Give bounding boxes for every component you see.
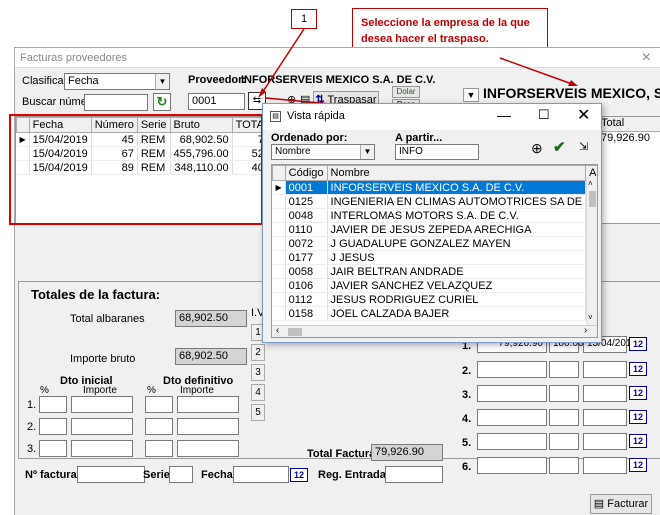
cell[interactable]: JOEL CALZADA BAJER <box>327 306 587 321</box>
cell[interactable]: INTERLOMAS MOTORS S.A. DE C.V. <box>327 208 587 223</box>
apartir-label: A partir... <box>395 132 443 144</box>
row-selector <box>272 278 286 293</box>
cell[interactable]: JESUS RODRIGUEZ CURIEL <box>327 292 587 307</box>
cell[interactable]: 0177 <box>285 250 328 265</box>
cell[interactable]: J GUADALUPE GONZALEZ MAYEN <box>327 236 587 251</box>
ordenado-value: Nombre <box>275 146 311 157</box>
table-row[interactable]: 0048 INTERLOMAS MOTORS S.A. DE C.V. <box>272 208 597 223</box>
dialog-title: Vista rápida <box>287 110 345 122</box>
arrow-head <box>568 80 578 86</box>
cell[interactable]: 0125 <box>285 194 328 209</box>
vertical-scrollbar[interactable]: ˄ ˅ <box>586 179 597 325</box>
chevron-up-icon[interactable]: ˄ <box>588 179 593 188</box>
row-selector <box>272 250 286 265</box>
cell[interactable]: 0048 <box>285 208 328 223</box>
cell[interactable]: INGENIERIA EN CLIMAS AUTOMOTRICES SA DE <box>327 194 587 209</box>
cell[interactable]: 0158 <box>285 306 328 321</box>
table-row[interactable]: 0106 JAVIER SANCHEZ VELAZQUEZ <box>272 278 597 293</box>
row-selector <box>272 264 286 279</box>
apartir-input[interactable]: INFO <box>395 144 479 160</box>
row-selector <box>272 222 286 237</box>
table-row[interactable]: 0110 JAVIER DE JESUS ZEPEDA ARECHIGA <box>272 222 597 237</box>
checkmark-icon[interactable]: ✔ <box>553 138 566 156</box>
table-row[interactable]: 0058 JAIR BELTRAN ANDRADE <box>272 264 597 279</box>
arrow-line <box>499 57 573 85</box>
row-pointer-icon: ▶ <box>272 180 286 195</box>
table-row[interactable]: 0072J GUADALUPE GONZALEZ MAYENRECTIFICAD… <box>272 236 597 251</box>
minimize-icon[interactable]: — <box>497 107 511 123</box>
zoom-icon[interactable]: ⊕ <box>531 140 543 157</box>
ordenado-label: Ordenado por: <box>271 132 348 144</box>
cell[interactable]: 0112 <box>285 292 328 307</box>
row-selector <box>272 208 286 223</box>
table-row[interactable]: ▶ 0001 INFORSERVEIS MEXICO S.A. DE C.V. … <box>272 180 597 195</box>
horizontal-scrollbar[interactable]: ‹ › <box>272 325 597 337</box>
ordenado-select[interactable]: Nombre ▼ <box>271 144 375 160</box>
vista-rapida-dialog: ▤ Vista rápida — ☐ ✕ Ordenado por: Nombr… <box>262 103 602 343</box>
dialog-titlebar: ▤ Vista rápida — ☐ ✕ <box>263 104 601 130</box>
row-selector-header <box>272 165 286 181</box>
providers-grid[interactable]: Código Nombre Apellidos ▶ 0001 INFORSERV… <box>271 164 598 338</box>
close-icon[interactable]: ✕ <box>577 105 590 125</box>
window-icon: ▤ <box>270 111 281 122</box>
row-selector <box>272 306 286 321</box>
exit-icon[interactable]: ⇲ <box>579 140 588 153</box>
maximize-icon[interactable]: ☐ <box>538 107 550 123</box>
row-selector <box>272 236 286 251</box>
cell[interactable]: 0106 <box>285 278 328 293</box>
cell[interactable]: 0001 <box>285 180 328 195</box>
chevron-left-icon[interactable]: ‹ <box>276 325 279 336</box>
cell[interactable]: JAVIER DE JESUS ZEPEDA ARECHIGA <box>327 222 587 237</box>
cell[interactable]: JAVIER SANCHEZ VELAZQUEZ <box>327 278 587 293</box>
table-row[interactable]: 0125 INGENIERIA EN CLIMAS AUTOMOTRICES SA… <box>272 194 597 209</box>
cell[interactable]: J JESUS <box>327 250 587 265</box>
row-selector <box>272 292 286 307</box>
cell[interactable]: 0110 <box>285 222 328 237</box>
arrow-line <box>261 28 305 94</box>
cell[interactable]: 0072 <box>285 236 328 251</box>
table-row[interactable]: 0158 JOEL CALZADA BAJER <box>272 306 597 321</box>
scrollbar-thumb[interactable] <box>589 191 596 207</box>
col-header[interactable]: Nombre <box>326 165 587 181</box>
chevron-down-icon[interactable]: ▼ <box>360 145 374 159</box>
table-row[interactable]: 0112 JESUS RODRIGUEZ CURIEL <box>272 292 597 307</box>
table-row[interactable]: 0177J JESUSCAMARENA <box>272 250 597 265</box>
col-header[interactable]: Código <box>284 165 328 181</box>
grid-header-row: Código Nombre Apellidos <box>272 165 597 181</box>
cell[interactable]: JAIR BELTRAN ANDRADE <box>327 264 587 279</box>
cell[interactable]: INFORSERVEIS MEXICO S.A. DE C.V. <box>327 180 587 195</box>
row-selector <box>272 194 286 209</box>
cell[interactable]: 0058 <box>285 264 328 279</box>
chevron-down-icon[interactable]: ˅ <box>588 313 593 322</box>
chevron-right-icon[interactable]: › <box>584 325 587 336</box>
scrollbar-thumb[interactable] <box>288 328 302 336</box>
